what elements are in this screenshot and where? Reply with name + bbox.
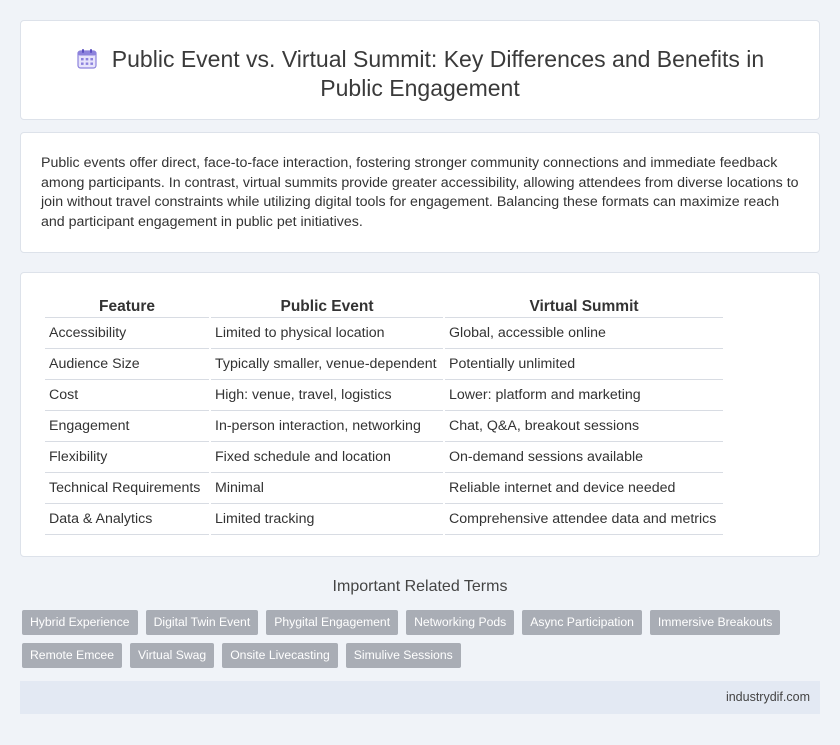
table-cell: Audience Size bbox=[45, 349, 209, 380]
table-cell: Engagement bbox=[45, 411, 209, 442]
table-cell: High: venue, travel, logistics bbox=[211, 380, 443, 411]
related-term-tag[interactable]: Simulive Sessions bbox=[345, 643, 461, 668]
table-row: Flexibility Fixed schedule and location … bbox=[45, 442, 723, 473]
table-row: Technical Requirements Minimal Reliable … bbox=[45, 473, 723, 504]
related-terms-list: Hybrid Experience Digital Twin Event Phy… bbox=[22, 610, 812, 668]
table-cell: Global, accessible online bbox=[445, 318, 723, 349]
table-cell: Lower: platform and marketing bbox=[445, 380, 723, 411]
footer: industrydif.com bbox=[20, 681, 820, 714]
page-title-wrap: Public Event vs. Virtual Summit: Key Dif… bbox=[61, 45, 779, 103]
related-term-tag[interactable]: Digital Twin Event bbox=[145, 610, 259, 635]
table-cell: Chat, Q&A, breakout sessions bbox=[445, 411, 723, 442]
table-cell: Flexibility bbox=[45, 442, 209, 473]
table-cell: Cost bbox=[45, 380, 209, 411]
related-term-tag[interactable]: Virtual Swag bbox=[130, 643, 215, 668]
table-cell: Minimal bbox=[211, 473, 443, 504]
table-cell: Reliable internet and device needed bbox=[445, 473, 723, 504]
table-cell: Typically smaller, venue-dependent bbox=[211, 349, 443, 380]
related-term-tag[interactable]: Networking Pods bbox=[406, 610, 515, 635]
related-term-tag[interactable]: Immersive Breakouts bbox=[649, 610, 781, 635]
column-header-feature: Feature bbox=[45, 296, 209, 318]
table-cell: Technical Requirements bbox=[45, 473, 209, 504]
calendar-icon bbox=[77, 49, 97, 69]
table-cell: On-demand sessions available bbox=[445, 442, 723, 473]
column-header-public-event: Public Event bbox=[211, 296, 443, 318]
table-cell: Fixed schedule and location bbox=[211, 442, 443, 473]
intro-paragraph: Public events offer direct, face-to-face… bbox=[41, 155, 799, 230]
comparison-table: Feature Public Event Virtual Summit Acce… bbox=[43, 296, 725, 535]
related-term-tag[interactable]: Onsite Livecasting bbox=[222, 643, 338, 668]
table-cell: Comprehensive attendee data and metrics bbox=[445, 504, 723, 535]
table-cell: In-person interaction, networking bbox=[211, 411, 443, 442]
related-term-tag[interactable]: Remote Emcee bbox=[22, 643, 122, 668]
table-cell: Data & Analytics bbox=[45, 504, 209, 535]
table-header-row: Feature Public Event Virtual Summit bbox=[45, 296, 723, 318]
title-card: Public Event vs. Virtual Summit: Key Dif… bbox=[20, 20, 820, 120]
intro-card: Public events offer direct, face-to-face… bbox=[20, 132, 820, 253]
footer-site-link[interactable]: industrydif.com bbox=[726, 690, 810, 704]
table-cell: Accessibility bbox=[45, 318, 209, 349]
table-row: Cost High: venue, travel, logistics Lowe… bbox=[45, 380, 723, 411]
column-header-virtual-summit: Virtual Summit bbox=[445, 296, 723, 318]
page-title: Public Event vs. Virtual Summit: Key Dif… bbox=[111, 46, 765, 101]
table-row: Accessibility Limited to physical locati… bbox=[45, 318, 723, 349]
comparison-card: Feature Public Event Virtual Summit Acce… bbox=[20, 272, 820, 557]
related-term-tag[interactable]: Async Participation bbox=[522, 610, 642, 635]
table-cell: Limited to physical location bbox=[211, 318, 443, 349]
table-cell: Limited tracking bbox=[211, 504, 443, 535]
related-term-tag[interactable]: Hybrid Experience bbox=[22, 610, 138, 635]
table-row: Audience Size Typically smaller, venue-d… bbox=[45, 349, 723, 380]
related-term-tag[interactable]: Phygital Engagement bbox=[266, 610, 399, 635]
table-cell: Potentially unlimited bbox=[445, 349, 723, 380]
table-row: Data & Analytics Limited tracking Compre… bbox=[45, 504, 723, 535]
related-terms-heading: Important Related Terms bbox=[332, 578, 508, 595]
table-row: Engagement In-person interaction, networ… bbox=[45, 411, 723, 442]
